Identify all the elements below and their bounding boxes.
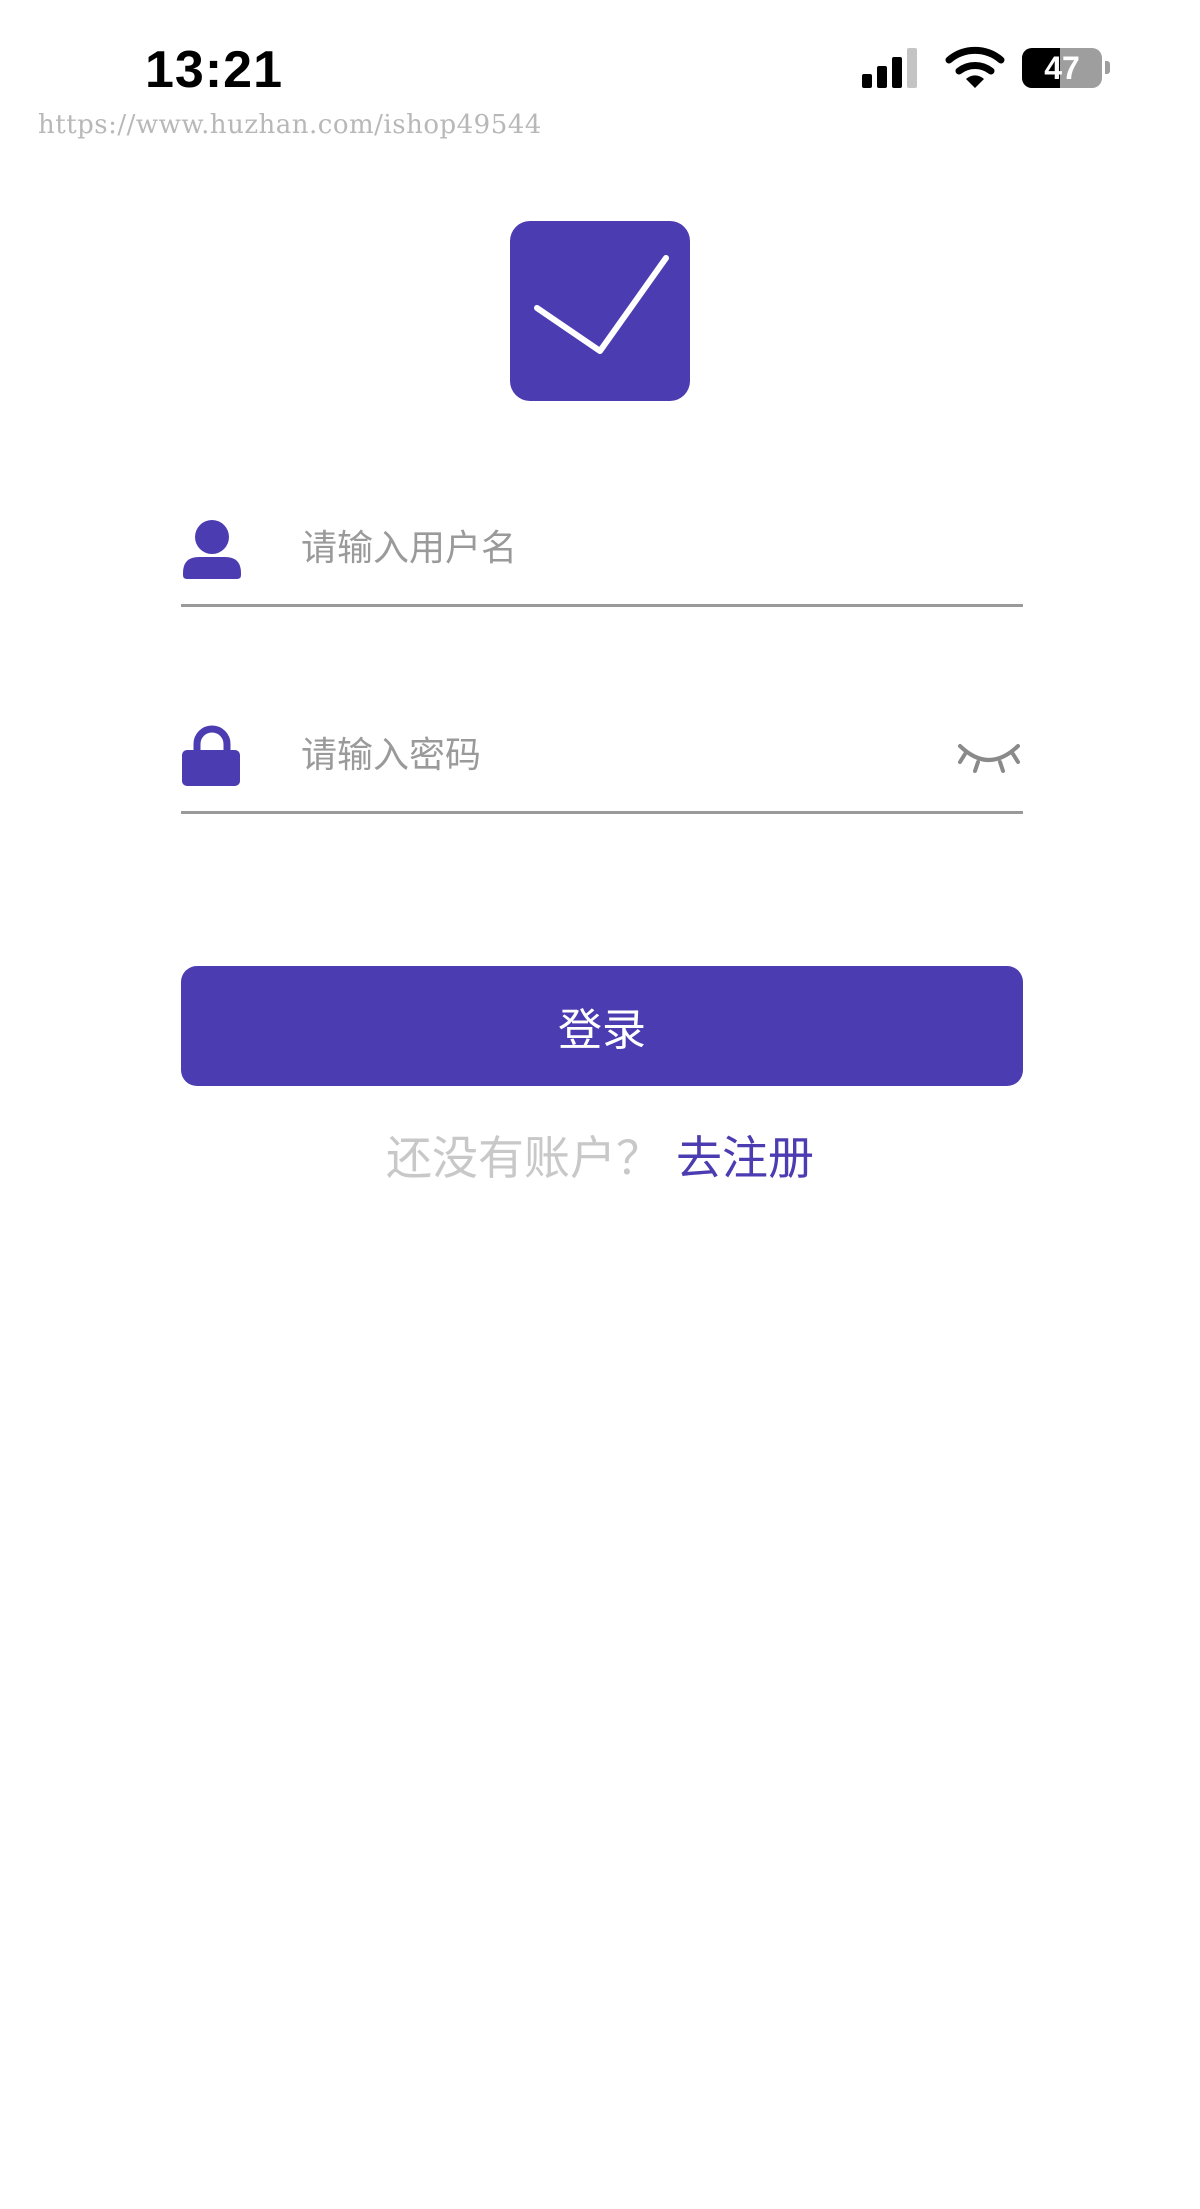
password-input[interactable]: [301, 722, 921, 788]
login-screen: 13:21 47 https://www.huzhan.com/ishop495…: [0, 0, 1200, 2209]
battery-icon: 47: [1022, 48, 1102, 88]
status-time: 13:21: [145, 41, 283, 99]
checkmark-icon: [534, 255, 669, 354]
cellular-signal-icon: [862, 48, 917, 88]
username-field-row: [181, 497, 1023, 607]
username-input[interactable]: [301, 515, 921, 581]
watermark: https://www.huzhan.com/ishop49544: [38, 110, 542, 140]
user-icon: [183, 520, 241, 579]
wifi-icon: [945, 46, 1005, 88]
login-button[interactable]: 登录: [181, 966, 1023, 1086]
register-line: 还没有账户？ 去注册: [0, 1122, 1200, 1188]
lock-icon: [182, 725, 240, 786]
register-link[interactable]: 去注册: [676, 1131, 814, 1185]
eye-closed-icon[interactable]: [957, 740, 1021, 776]
password-field-row: [181, 704, 1023, 814]
app-logo: [510, 221, 690, 401]
battery-cap: [1105, 61, 1110, 74]
register-prompt: 还没有账户？: [386, 1131, 662, 1185]
battery-level: 47: [1044, 50, 1080, 86]
